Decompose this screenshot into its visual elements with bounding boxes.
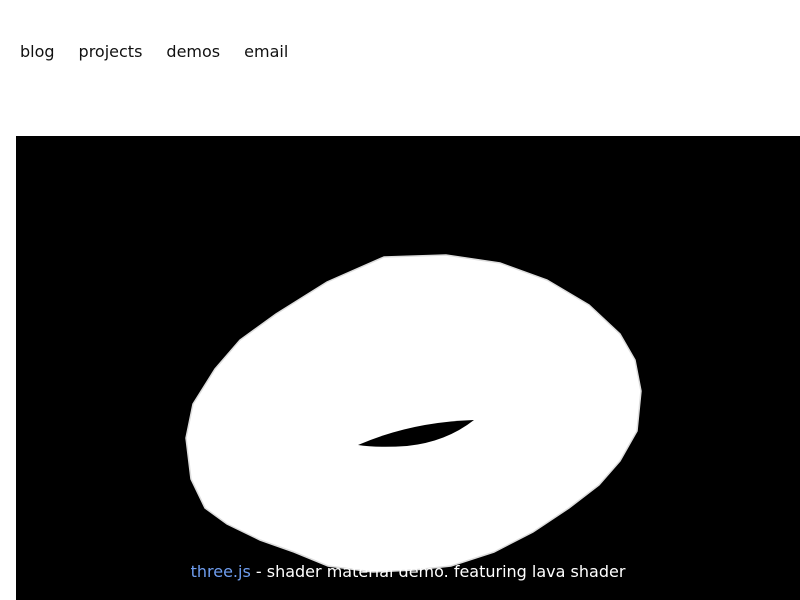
top-nav: blog projects demos email	[20, 41, 312, 63]
nav-link-projects[interactable]: projects	[79, 41, 143, 63]
threejs-link[interactable]: three.js	[191, 562, 251, 581]
demo-caption-text: - shader material demo. featuring lava s…	[250, 562, 626, 581]
nav-link-demos[interactable]: demos	[166, 41, 220, 63]
webgl-canvas[interactable]: three.js - shader material demo. featuri…	[16, 136, 800, 600]
demo-caption: three.js - shader material demo. featuri…	[16, 562, 800, 582]
nav-link-blog[interactable]: blog	[20, 41, 55, 63]
torus-shape	[185, 254, 642, 573]
nav-link-email[interactable]: email	[244, 41, 288, 63]
page: blog projects demos email three.js - sha…	[0, 0, 800, 600]
torus-render	[185, 254, 642, 573]
